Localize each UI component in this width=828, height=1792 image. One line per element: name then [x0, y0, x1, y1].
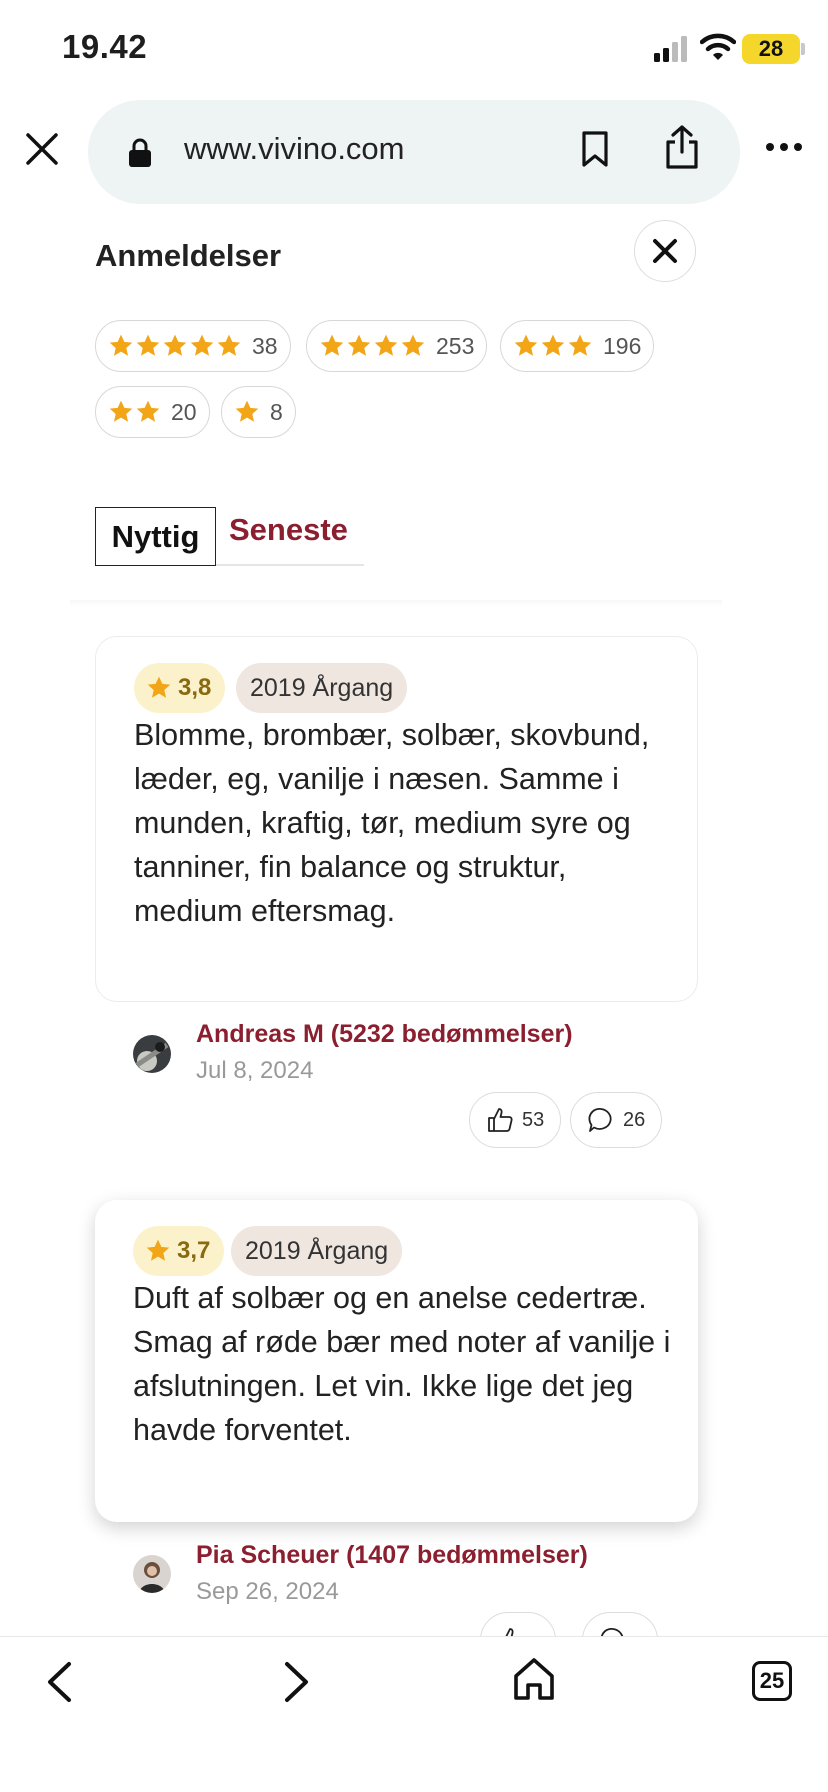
- avatar[interactable]: [133, 1035, 171, 1073]
- star-rating: [513, 333, 593, 359]
- star-icon: [401, 334, 425, 356]
- back-icon[interactable]: [42, 1660, 76, 1704]
- tab-seneste[interactable]: Seneste: [229, 512, 348, 548]
- home-icon[interactable]: [512, 1656, 556, 1702]
- status-time: 19.42: [62, 28, 148, 65]
- rating-value: 3,8: [178, 674, 212, 701]
- review-rating-badge: 3,7: [133, 1226, 225, 1276]
- comment-button[interactable]: 26: [570, 1092, 663, 1148]
- star-icon: [163, 334, 187, 356]
- bookmark-icon[interactable]: [580, 130, 610, 168]
- rating-filter-4-stars[interactable]: 253: [306, 320, 488, 372]
- battery-nub: [801, 43, 805, 55]
- thumbs-up-icon: [488, 1108, 513, 1132]
- star-icon: [109, 334, 133, 356]
- comment-icon: [588, 1108, 612, 1132]
- star-icon: [347, 334, 371, 356]
- rating-count: 38: [252, 332, 278, 359]
- close-reviews-button[interactable]: [634, 220, 696, 282]
- wifi-icon: [700, 33, 736, 60]
- review-text: Duft af solbær og en anelse cedertræ. Sm…: [133, 1281, 671, 1447]
- tab-nyttig[interactable]: Nyttig: [95, 507, 216, 566]
- comment-count: 26: [623, 1108, 646, 1131]
- rating-filter-3-stars[interactable]: 196: [500, 320, 655, 372]
- rating-filter-5-stars[interactable]: 38: [95, 320, 291, 372]
- rating-count: 196: [603, 332, 642, 359]
- share-icon[interactable]: [664, 124, 700, 170]
- review-author[interactable]: Andreas M (5232 bedømmelser): [196, 1020, 573, 1049]
- forward-icon[interactable]: [280, 1660, 314, 1704]
- review-rating-badge: 3,8: [134, 663, 226, 713]
- rating-count: 253: [436, 332, 475, 359]
- section-divider: [70, 600, 722, 606]
- star-icon: [147, 676, 171, 698]
- rating-count: 20: [171, 398, 197, 425]
- review-card[interactable]: 3,7 2019 Årgang Duft af solbær og en ane…: [95, 1200, 698, 1522]
- close-icon[interactable]: [24, 131, 60, 167]
- star-icon: [136, 334, 160, 356]
- review-text: Blomme, brombær, solbær, skovbund, læder…: [134, 718, 650, 928]
- review-author[interactable]: Pia Scheuer (1407 bedømmelser): [196, 1541, 588, 1570]
- star-icon: [217, 334, 241, 356]
- cellular-signal-icon: [654, 36, 687, 62]
- star-rating: [234, 399, 260, 425]
- browser-toolbar: [0, 1636, 828, 1792]
- rating-count: 8: [270, 398, 283, 425]
- star-icon: [541, 334, 565, 356]
- tab-underline: [216, 564, 364, 566]
- star-icon: [136, 400, 160, 422]
- star-icon: [146, 1239, 170, 1261]
- rating-filter-2-stars[interactable]: 20: [95, 386, 210, 438]
- rating-value: 3,7: [177, 1237, 211, 1264]
- vintage-badge: 2019 Årgang: [231, 1226, 403, 1276]
- star-icon: [190, 334, 214, 356]
- rating-filter-1-star[interactable]: 8: [221, 386, 296, 438]
- star-rating: [319, 333, 426, 359]
- review-date: Sep 26, 2024: [196, 1578, 339, 1605]
- vintage-badge: 2019 Årgang: [236, 663, 408, 713]
- star-icon: [235, 400, 259, 422]
- battery-indicator: 28: [742, 34, 800, 64]
- star-rating: [108, 333, 242, 359]
- close-icon: [653, 239, 677, 263]
- star-icon: [568, 334, 592, 356]
- tabs-button[interactable]: 25: [752, 1661, 792, 1701]
- like-count: 53: [522, 1108, 545, 1131]
- review-date: Jul 8, 2024: [196, 1057, 314, 1084]
- url-text[interactable]: www.vivino.com: [184, 131, 405, 167]
- review-card[interactable]: 3,8 2019 Årgang Blomme, brombær, solbær,…: [95, 636, 698, 1002]
- star-icon: [109, 400, 133, 422]
- star-rating: [108, 399, 161, 425]
- page-title: Anmeldelser: [95, 238, 282, 273]
- like-button[interactable]: 53: [469, 1092, 562, 1148]
- star-icon: [320, 334, 344, 356]
- more-options-icon[interactable]: [764, 140, 804, 154]
- avatar[interactable]: [133, 1555, 171, 1593]
- star-icon: [514, 334, 538, 356]
- lock-icon: [129, 138, 151, 167]
- star-icon: [374, 334, 398, 356]
